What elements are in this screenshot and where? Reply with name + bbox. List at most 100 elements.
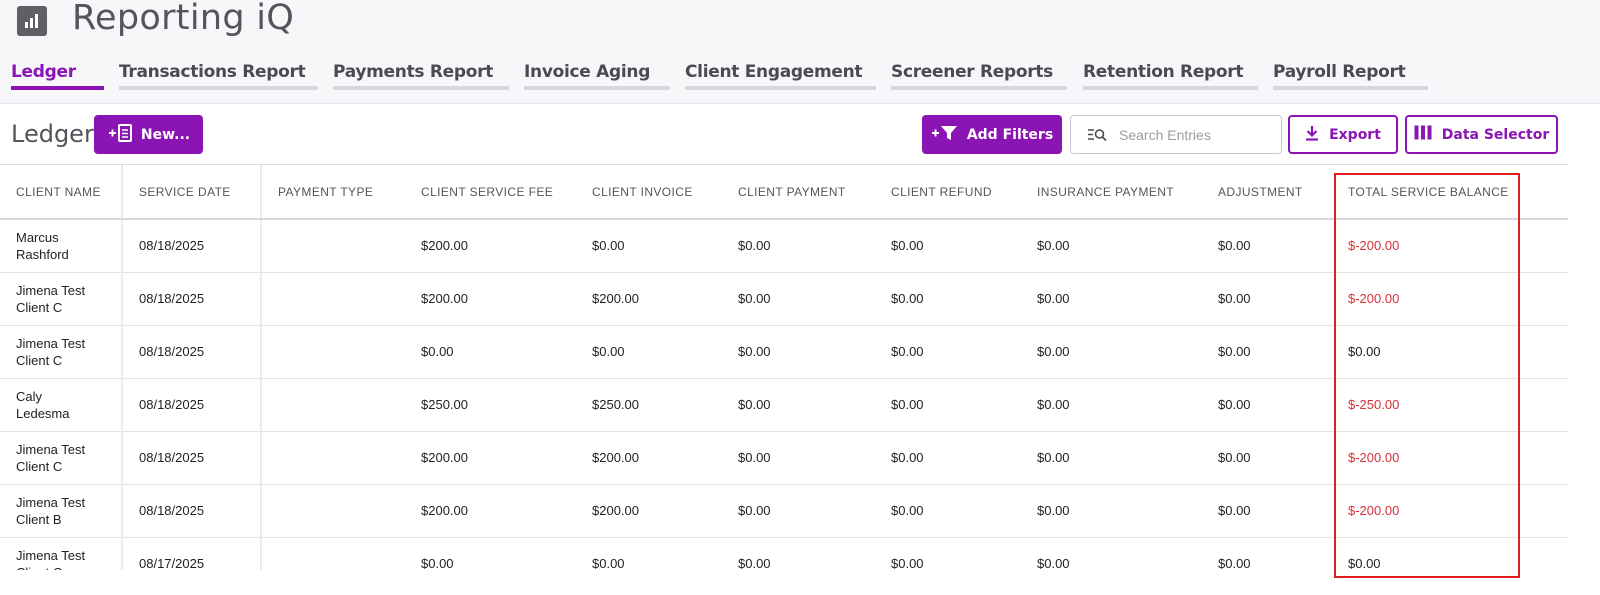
service-date-cell: 08/18/2025 <box>122 431 262 485</box>
column-header-adjustment[interactable]: ADJUSTMENT <box>1202 165 1332 220</box>
client-name-cell: Jimena TestClient C <box>0 537 123 571</box>
adjustment-cell: $0.00 <box>1202 378 1332 432</box>
total-service-balance-cell: $-200.00 <box>1332 484 1568 538</box>
search-field[interactable] <box>1070 115 1282 154</box>
client-name-line: Client B <box>16 511 62 527</box>
payment-type-cell <box>261 272 405 326</box>
payment-type-cell <box>261 219 405 273</box>
column-header-payment-type[interactable]: PAYMENT TYPE <box>261 165 405 220</box>
tab-label: Payments Report <box>333 62 494 82</box>
client-name-cell: Marcus Rashford <box>0 219 123 273</box>
tab-transactions-report[interactable]: Transactions Report <box>119 62 318 90</box>
adjustment-cell: $0.00 <box>1202 272 1332 326</box>
insurance-payment-cell: $0.00 <box>1021 537 1202 570</box>
column-header-total-service-balance[interactable]: TOTAL SERVICE BALANCE <box>1332 165 1568 220</box>
insurance-payment-cell: $0.00 <box>1021 431 1202 485</box>
payment-type-cell <box>261 378 405 432</box>
client-name-cell: Jimena TestClient C <box>0 431 123 485</box>
tab-label: Ledger <box>11 62 76 82</box>
tab-ledger[interactable]: Ledger <box>11 62 104 90</box>
tab-payroll-report[interactable]: Payroll Report <box>1273 62 1428 90</box>
table-row[interactable]: Jimena TestClient C08/17/2025$0.00$0.00$… <box>0 537 1568 570</box>
service-date-cell: 08/18/2025 <box>122 272 262 326</box>
client-name-line: Client C <box>16 458 63 474</box>
client-name-line: Client C <box>16 564 121 571</box>
client-refund-cell: $0.00 <box>875 219 1021 273</box>
ledger-table-container[interactable]: CLIENT NAME SERVICE DATE PAYMENT TYPE CL… <box>0 164 1568 570</box>
export-label: Export <box>1329 126 1381 143</box>
table-row[interactable]: Jimena Test Client B 08/18/2025 $200.00 $200… <box>0 484 1568 538</box>
insurance-payment-cell: $0.00 <box>1021 378 1202 432</box>
insurance-payment-cell: $0.00 <box>1021 484 1202 538</box>
search-input[interactable] <box>1119 124 1269 146</box>
client-name-cell: Jimena Test Client B <box>0 484 123 538</box>
client-payment-cell: $0.00 <box>722 431 875 485</box>
client-payment-cell: $0.00 <box>722 325 875 379</box>
table-row[interactable]: Marcus Rashford 08/18/2025 $200.00 $0.00 $0.0… <box>0 219 1568 273</box>
add-filters-button[interactable]: Add Filters <box>922 115 1062 154</box>
client-invoice-cell: $0.00 <box>576 537 722 570</box>
client-invoice-cell: $200.00 <box>576 484 722 538</box>
column-header-client-invoice[interactable]: CLIENT INVOICE <box>576 165 722 220</box>
column-header-service-date[interactable]: SERVICE DATE <box>122 165 262 220</box>
tab-payments-report[interactable]: Payments Report <box>333 62 509 90</box>
data-selector-button[interactable]: Data Selector <box>1405 115 1558 154</box>
insurance-payment-cell: $0.00 <box>1021 219 1202 273</box>
new-button-label: New... <box>140 126 191 143</box>
client-name-line: Jimena Test <box>16 335 86 351</box>
tab-underline <box>891 86 1067 90</box>
table-row[interactable]: Jimena Test Client C 08/18/2025 $200.00 $200… <box>0 431 1568 485</box>
client-service-fee-cell: $0.00 <box>405 325 576 379</box>
service-date-cell: 08/18/2025 <box>122 484 262 538</box>
client-name-line: Jimena Test <box>16 441 86 457</box>
tab-invoice-aging[interactable]: Invoice Aging <box>524 62 670 90</box>
client-name-line: Jimena Test <box>16 547 86 563</box>
client-name-cell: Jimena TestClient C <box>0 325 123 379</box>
client-invoice-cell: $0.00 <box>576 325 722 379</box>
column-header-client-service-fee[interactable]: CLIENT SERVICE FEE <box>405 165 576 220</box>
column-header-insurance-payment[interactable]: INSURANCE PAYMENT <box>1021 165 1202 220</box>
ledger-table: CLIENT NAME SERVICE DATE PAYMENT TYPE CL… <box>0 165 1568 570</box>
client-name-line: Rashford <box>16 246 69 262</box>
client-name-line: Marcus <box>16 229 59 245</box>
export-button[interactable]: Export <box>1288 115 1398 154</box>
adjustment-cell: $0.00 <box>1202 484 1332 538</box>
tab-underline <box>685 86 876 90</box>
client-name-line: Jimena Test <box>16 282 86 298</box>
table-row[interactable]: Jimena Test Client C 08/18/2025 $200.00 $200… <box>0 272 1568 326</box>
tab-label: Transactions Report <box>119 62 306 82</box>
client-refund-cell: $0.00 <box>875 378 1021 432</box>
client-payment-cell: $0.00 <box>722 537 875 570</box>
total-service-balance-cell: $0.00 <box>1332 537 1568 570</box>
table-row[interactable]: Jimena Test Client C 08/18/2025 $0.00 $0.00 $… <box>0 325 1568 379</box>
tab-label: Screener Reports <box>891 62 1053 82</box>
column-header-client-name[interactable]: CLIENT NAME <box>0 165 123 220</box>
plus-document-icon <box>107 123 133 146</box>
client-payment-cell: $0.00 <box>722 378 875 432</box>
tab-client-engagement[interactable]: Client Engagement <box>685 62 876 90</box>
adjustment-cell: $0.00 <box>1202 325 1332 379</box>
tab-screener-reports[interactable]: Screener Reports <box>891 62 1067 90</box>
tab-retention-report[interactable]: Retention Report <box>1083 62 1258 90</box>
client-payment-cell: $0.00 <box>722 484 875 538</box>
bar-chart-icon <box>17 6 47 36</box>
tab-label: Retention Report <box>1083 62 1244 82</box>
client-name-line: Caly <box>16 388 43 404</box>
column-header-client-payment[interactable]: CLIENT PAYMENT <box>722 165 875 220</box>
column-header-client-refund[interactable]: CLIENT REFUND <box>875 165 1021 220</box>
adjustment-cell: $0.00 <box>1202 431 1332 485</box>
app-header: Reporting iQ Ledger Transactions Report … <box>0 0 1600 104</box>
client-service-fee-cell: $200.00 <box>405 431 576 485</box>
payment-type-cell <box>261 431 405 485</box>
table-row[interactable]: Caly Ledesma 08/18/2025 $250.00 $250.00 $0.00… <box>0 378 1568 432</box>
insurance-payment-cell: $0.00 <box>1021 325 1202 379</box>
client-name-cell: Caly Ledesma <box>0 378 123 432</box>
client-invoice-cell: $200.00 <box>576 431 722 485</box>
new-button[interactable]: New... <box>94 115 203 154</box>
tab-underline <box>1083 86 1258 90</box>
tab-underline <box>333 86 509 90</box>
client-refund-cell: $0.00 <box>875 537 1021 570</box>
tab-label: Invoice Aging <box>524 62 651 82</box>
tab-underline <box>11 86 104 90</box>
client-name-line: Jimena Test <box>16 494 86 510</box>
